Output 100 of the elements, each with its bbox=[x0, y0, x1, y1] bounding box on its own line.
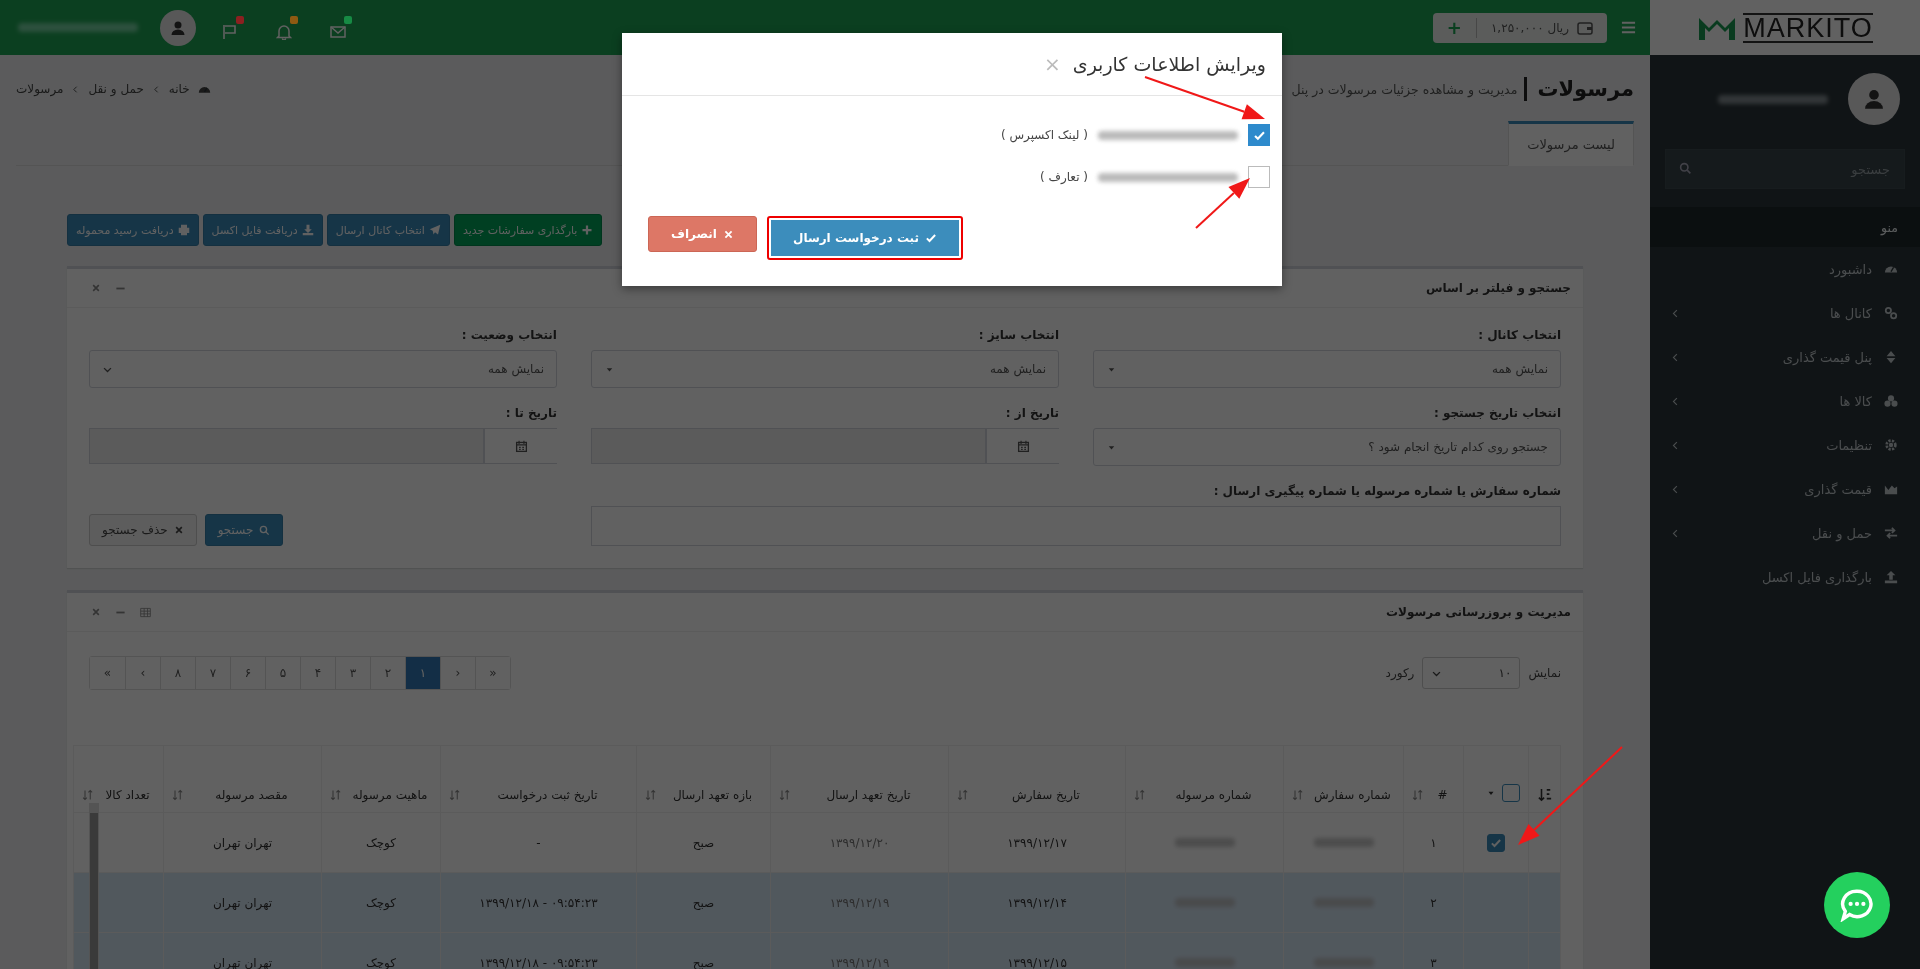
table-cell: تهران تهران bbox=[212, 955, 273, 969]
sort-arrows-icon bbox=[1884, 350, 1898, 364]
breadcrumb-link[interactable]: حمل و نقل bbox=[88, 82, 144, 96]
avatar[interactable] bbox=[160, 9, 196, 46]
search-button[interactable]: جستجو bbox=[204, 514, 284, 546]
upload-icon bbox=[1884, 570, 1898, 584]
submit-button[interactable]: ثبت درخواست ارسال bbox=[766, 216, 964, 260]
column-header[interactable]: شماره مرسوله bbox=[1152, 788, 1275, 802]
download-icon bbox=[301, 224, 314, 236]
table-cell: صبح bbox=[692, 895, 715, 910]
column-header[interactable]: تاریخ تعهد ارسال bbox=[797, 788, 940, 802]
logo-text: MARKITO bbox=[1743, 12, 1873, 43]
page-size-select[interactable]: ۱۰ bbox=[1422, 657, 1521, 689]
pointer-arrow bbox=[1195, 178, 1250, 229]
action-button[interactable]: دریافت فایل اکسل bbox=[202, 214, 323, 246]
page-title: مرسولات bbox=[1524, 77, 1634, 101]
close-icon bbox=[91, 283, 101, 293]
search-button[interactable]: حذف جستجو bbox=[89, 514, 197, 546]
field-label: انتخاب کانال : bbox=[1477, 328, 1561, 342]
close-icon bbox=[173, 525, 184, 535]
breadcrumb-link[interactable]: مرسولات bbox=[16, 82, 64, 96]
select-field[interactable]: نمایش همه bbox=[591, 350, 1059, 388]
chat-icon bbox=[1840, 888, 1874, 922]
envelope-icon bbox=[330, 23, 346, 40]
select-field[interactable]: نمایش همه bbox=[89, 350, 557, 388]
chevron-icon bbox=[151, 84, 161, 94]
table-cell: کوچک bbox=[365, 835, 397, 850]
table-cell: ۱۳۹۹/۱۲/۱۴ bbox=[1007, 895, 1067, 910]
sort-icon bbox=[82, 789, 94, 801]
column-header[interactable]: مقصد مرسوله bbox=[190, 788, 313, 802]
length-label: نمایش bbox=[1528, 666, 1561, 680]
action-button[interactable]: بارگذاری سفارشات جدید bbox=[453, 214, 603, 246]
page-button[interactable]: « bbox=[475, 657, 510, 689]
sort-icon bbox=[779, 789, 791, 801]
table-cell: ۱۳۹۹/۱۲/۱۵ bbox=[1007, 955, 1067, 969]
breadcrumb-link[interactable]: خانه bbox=[168, 82, 190, 96]
sort-icon bbox=[1538, 788, 1552, 802]
page-button[interactable]: ۱ bbox=[405, 657, 440, 689]
table-cell: تهران تهران bbox=[212, 895, 273, 910]
check-icon bbox=[925, 232, 938, 244]
balance-amount: ۱,۲۵۰,۰۰۰ ریال bbox=[1490, 20, 1569, 35]
flag-icon bbox=[222, 23, 238, 40]
table-cell: ۱ bbox=[1430, 835, 1437, 850]
section-label: منو bbox=[1881, 219, 1898, 235]
column-header[interactable]: شماره سفارش bbox=[1310, 788, 1395, 802]
row-checkbox[interactable] bbox=[1487, 833, 1505, 852]
table-cell: - bbox=[536, 835, 541, 850]
checkbox[interactable] bbox=[1248, 124, 1270, 146]
cancel-button[interactable]: انصراف bbox=[648, 216, 757, 252]
sort-icon bbox=[1412, 789, 1424, 801]
action-button[interactable]: انتخاب کانال ارسال bbox=[326, 214, 450, 246]
transfer-icon bbox=[1884, 526, 1898, 540]
field-label: انتخاب سایز : bbox=[977, 328, 1059, 342]
close-button[interactable]: × bbox=[1044, 52, 1061, 76]
wallet-icon bbox=[1577, 19, 1593, 36]
menu-icon bbox=[1621, 20, 1636, 35]
sort-icon bbox=[330, 789, 342, 801]
column-header[interactable]: ماهیت مرسوله bbox=[348, 788, 432, 802]
sort-icon bbox=[1134, 789, 1146, 801]
checkbox[interactable] bbox=[1248, 166, 1270, 188]
page-subtitle: مدیریت و مشاهده جزئیات مرسولات در پنل bbox=[1291, 81, 1518, 97]
print-icon bbox=[177, 224, 190, 236]
add-button[interactable]: + bbox=[1432, 17, 1477, 38]
table-cell: صبح bbox=[692, 835, 715, 850]
table-cell: صبح bbox=[692, 955, 715, 969]
column-header[interactable]: # bbox=[1430, 788, 1455, 802]
column-header[interactable]: تاریخ ثبت درخواست bbox=[467, 788, 628, 802]
action-button[interactable]: دریافت رسید محموله bbox=[67, 214, 199, 246]
option-label: ( لینک اکسپرس ) bbox=[1000, 128, 1088, 142]
select-field[interactable]: نمایش همه bbox=[1093, 350, 1561, 388]
table-cell: ۱۳۹۹/۱۲/۱۷ bbox=[1007, 835, 1067, 850]
field-label: تاریخ از : bbox=[1004, 406, 1059, 420]
table-cell: کوچک bbox=[365, 895, 397, 910]
bell-icon bbox=[276, 23, 292, 40]
paper-plane-icon bbox=[428, 224, 441, 236]
table-cell: ۳ bbox=[1430, 955, 1437, 969]
table-cell: ۰۹:۵۴:۲۳ - ۱۳۹۹/۱۲/۱۸ bbox=[479, 895, 598, 910]
table-cell: کوچک bbox=[365, 955, 397, 969]
sort-icon bbox=[1292, 789, 1304, 801]
modal-title: ویرایش اطلاعات کاربری bbox=[1072, 53, 1266, 75]
field-label: انتخاب وضعیت : bbox=[460, 328, 557, 342]
search-icon bbox=[1679, 162, 1692, 175]
table-cell: ۲ bbox=[1430, 895, 1437, 910]
grid-icon bbox=[140, 606, 151, 618]
field-label: تاریخ تا : bbox=[504, 406, 557, 420]
sort-icon bbox=[172, 789, 184, 801]
calendar-button[interactable] bbox=[484, 428, 557, 464]
close-icon bbox=[91, 607, 101, 617]
settings-icon bbox=[1884, 438, 1898, 452]
calendar-button[interactable] bbox=[986, 428, 1059, 464]
select-all-checkbox[interactable] bbox=[1502, 784, 1520, 802]
panel-title: جستجو و فیلتر بر اساس bbox=[1424, 281, 1571, 295]
panel-title: مدیریت و بروزرسانی مرسولات bbox=[1385, 605, 1571, 619]
column-header[interactable]: تاریخ سفارش bbox=[975, 788, 1117, 802]
column-header[interactable]: تعداد کالا bbox=[100, 788, 155, 802]
select-field[interactable]: جستجو روی کدام تاریخ انجام شود ؟ bbox=[1093, 428, 1561, 466]
sort-icon bbox=[957, 789, 969, 801]
option-label: ( تعارف ) bbox=[1040, 170, 1088, 184]
column-header[interactable]: بازه تعهد ارسال bbox=[663, 788, 762, 802]
tab[interactable]: لیست مرسولات bbox=[1508, 121, 1634, 166]
